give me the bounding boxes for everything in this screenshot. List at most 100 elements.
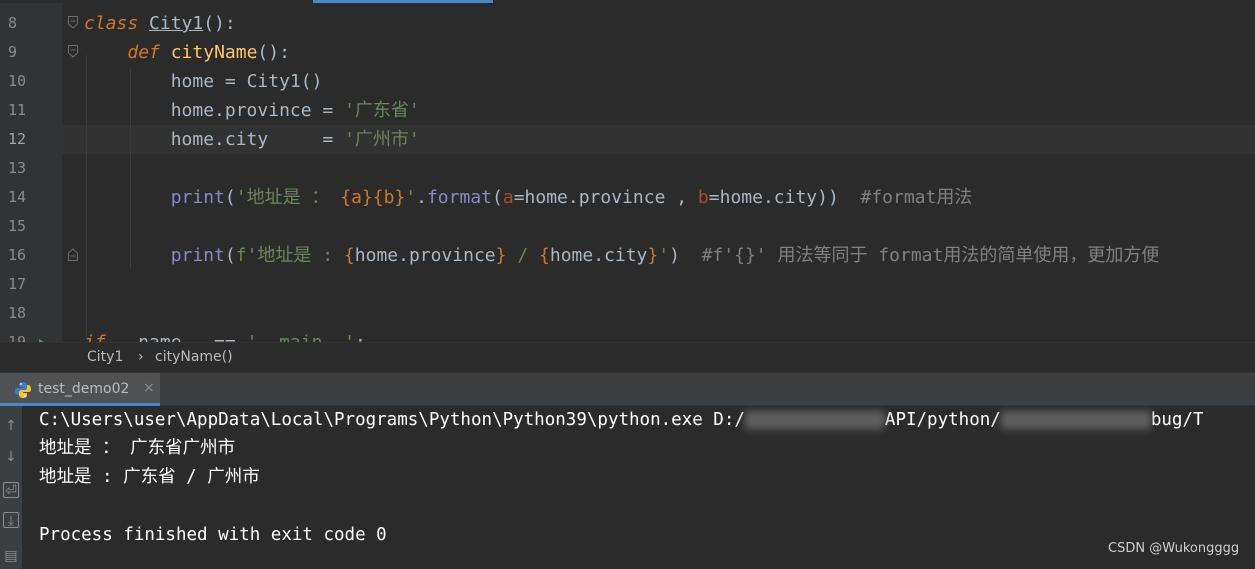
code-line-10[interactable]: 10 home = City1() (0, 67, 1255, 96)
code-token: home = (84, 71, 247, 92)
code-token: if (84, 332, 106, 342)
code-token: home.city = (84, 129, 345, 150)
code-token: (): (203, 13, 236, 34)
indent-guide (130, 69, 131, 269)
code-text: def cityName(): (84, 38, 290, 67)
code-line-18[interactable]: 18 (0, 299, 1255, 328)
code-token: {a}{b} (340, 187, 406, 208)
close-icon[interactable]: × (143, 380, 155, 396)
console-line-exit: Process finished with exit code 0 (39, 525, 387, 545)
code-line-14[interactable]: 14 print('地址是 ： {a}{b}'.format(a=home.pr… (0, 183, 1255, 212)
code-token: a (502, 187, 514, 208)
line-number: 16 (8, 246, 27, 264)
fold-open-icon[interactable] (68, 16, 78, 29)
line-number: 12 (0, 125, 62, 154)
run-tab-label: test_demo02 (38, 381, 130, 397)
line-number: 15 (8, 217, 27, 235)
code-line-11[interactable]: 11 home.province = '广东省' (0, 96, 1255, 125)
fold-open-icon[interactable] (68, 45, 78, 58)
code-token: home.province (354, 245, 496, 266)
code-token: : (355, 332, 366, 342)
soft-wrap-icon[interactable]: ⏎ (3, 482, 19, 499)
code-token: ( (224, 187, 236, 208)
code-token: '广州市' (344, 129, 420, 150)
code-token: / (506, 245, 540, 266)
breadcrumb-class[interactable]: City1 (87, 349, 123, 365)
code-token: print (170, 187, 225, 208)
code-text: home = City1() (84, 67, 323, 96)
code-token: (): (257, 42, 290, 63)
scroll-to-end-icon[interactable]: ⤓ (3, 512, 19, 529)
code-token: #format用法 (860, 187, 973, 208)
code-token: f'地址是 : (235, 245, 344, 266)
code-line-13[interactable]: 13 (0, 154, 1255, 183)
line-number: 14 (8, 188, 27, 206)
code-token: '地址是 ： (235, 187, 341, 208)
code-token: () (300, 71, 323, 92)
code-token: '__main__' (247, 332, 355, 342)
console-line-output-2: 地址是 : 广东省 / 广州市 (39, 467, 260, 487)
code-token: =home.province , (513, 187, 698, 208)
arrow-down-icon[interactable]: ↓ (3, 449, 19, 465)
arrow-up-icon[interactable]: ↑ (3, 418, 19, 434)
code-line-17[interactable]: 17 (0, 270, 1255, 299)
code-line-9[interactable]: 9 def cityName(): (0, 38, 1255, 67)
code-token: cityName (170, 42, 258, 63)
code-token: __name__ == (106, 332, 247, 342)
code-line-8[interactable]: 8 class City1(): (0, 9, 1255, 38)
line-number: 13 (8, 159, 27, 177)
code-token: City1 (149, 13, 204, 34)
line-number: 9 (8, 43, 18, 61)
code-token: { (539, 245, 550, 266)
breadcrumb-method[interactable]: cityName() (155, 349, 233, 365)
watermark: CSDN @Wukongggg (1108, 541, 1240, 556)
code-token: ( (492, 187, 503, 208)
breadcrumb: City1 › cityName() (0, 342, 1255, 372)
line-number: 17 (8, 275, 27, 293)
code-token: . (416, 187, 427, 208)
code-text: print(f'地址是 : {home.province} / {home.ci… (84, 241, 1160, 270)
code-token: ' (405, 187, 417, 208)
python-icon (14, 381, 32, 403)
run-tool-window-tabs: test_demo02 × (0, 372, 1255, 406)
code-token: { (343, 245, 355, 266)
code-token: City1 (246, 71, 301, 92)
console-line-output-1: 地址是 ： 广东省广州市 (39, 438, 236, 458)
code-text: home.city = '广州市' (84, 125, 420, 154)
code-editor[interactable]: 8 class City1(): 9 def cityName(): 10 home … (0, 3, 1255, 342)
console-line-command: C:\Users\user\AppData\Local\Programs\Pyt… (39, 410, 1204, 430)
redacted-path-segment (1000, 411, 1151, 429)
console-toolbar: ↑ ↓ ⏎ ⤓ ▤ (0, 406, 22, 569)
code-token: home.province = (84, 100, 345, 121)
breadcrumb-separator: › (138, 349, 144, 365)
code-token: format (426, 187, 492, 208)
code-token: home.city (549, 245, 648, 266)
line-number: 8 (8, 14, 18, 32)
code-line-19[interactable]: 19 if __name__ == '__main__': (0, 328, 1255, 342)
code-text: if __name__ == '__main__': (84, 328, 366, 342)
code-token: } (647, 245, 659, 266)
code-token: print (170, 245, 225, 266)
fold-close-icon[interactable] (68, 248, 78, 261)
code-token: ( (224, 245, 236, 266)
code-token: def (127, 42, 160, 63)
line-number: 10 (8, 72, 27, 90)
print-icon[interactable]: ▤ (3, 548, 19, 564)
line-number: 19 (8, 333, 27, 342)
code-line-12[interactable]: 12 home.city = '广州市' (0, 125, 1255, 154)
code-token: } (495, 245, 507, 266)
code-text: home.province = '广东省' (84, 96, 420, 125)
redacted-path-segment (744, 411, 885, 429)
code-line-15[interactable]: 15 (0, 212, 1255, 241)
run-tab-test-demo02[interactable]: test_demo02 × (0, 373, 160, 406)
indent-guide (86, 55, 87, 340)
code-line-16[interactable]: 16 print(f'地址是 : {home.province} / {home… (0, 241, 1255, 270)
line-number: 18 (8, 304, 27, 322)
run-console-output[interactable]: C:\Users\user\AppData\Local\Programs\Pyt… (22, 406, 1255, 569)
code-token: #f'{}' 用法等同于 format用法的简单使用，更加方便 (701, 245, 1160, 266)
